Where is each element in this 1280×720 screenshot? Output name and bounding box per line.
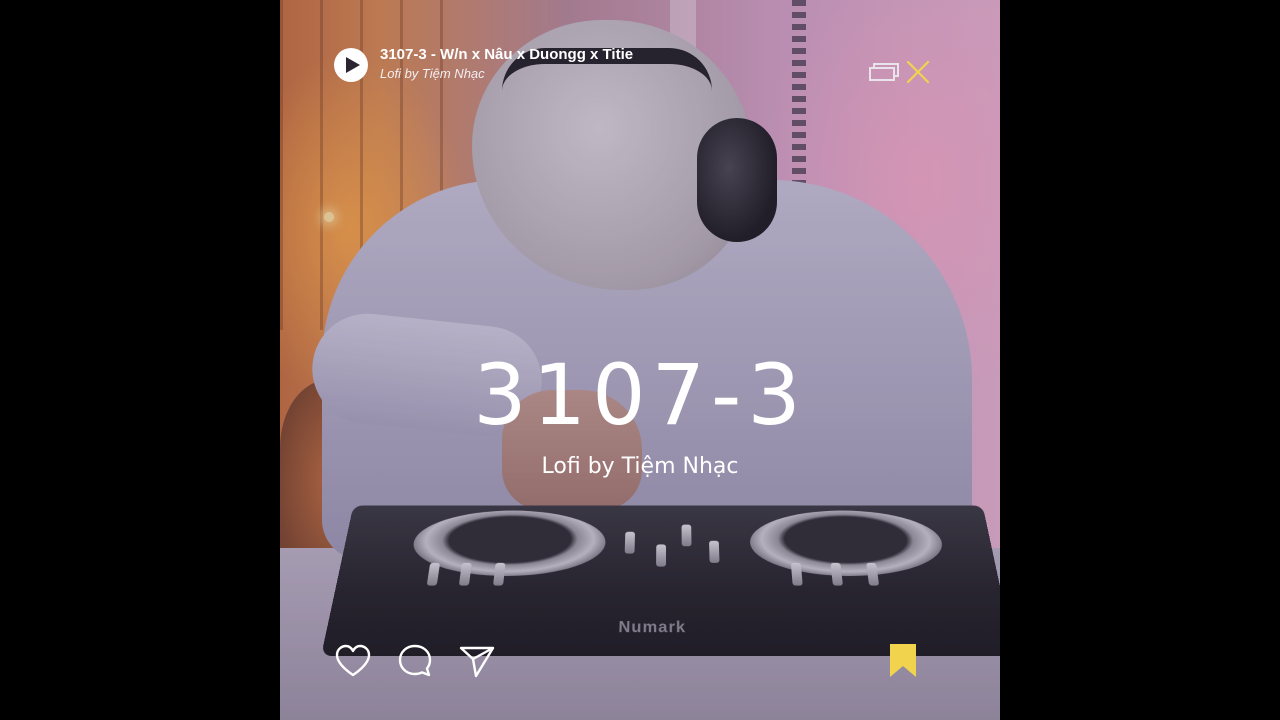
play-icon	[345, 57, 360, 73]
play-button[interactable]	[334, 48, 368, 82]
artwork-title: 3107-3	[473, 346, 807, 444]
window-stack-icon[interactable]	[868, 62, 900, 82]
close-icon[interactable]	[904, 58, 932, 86]
heart-icon[interactable]	[334, 642, 372, 680]
song-subtitle[interactable]: Lofi by Tiệm Nhạc	[380, 66, 485, 81]
artwork-subtitle: Lofi by Tiệm Nhạc	[541, 454, 739, 479]
bookmark-icon[interactable]	[884, 642, 922, 680]
send-icon[interactable]	[458, 642, 496, 680]
video-frame[interactable]: Numark 3107-3 - W/n x Nâu x Duongg x Tit…	[280, 0, 1000, 720]
song-title[interactable]: 3107-3 - W/n x Nâu x Duongg x Titie	[380, 46, 633, 63]
comment-icon[interactable]	[396, 642, 434, 680]
